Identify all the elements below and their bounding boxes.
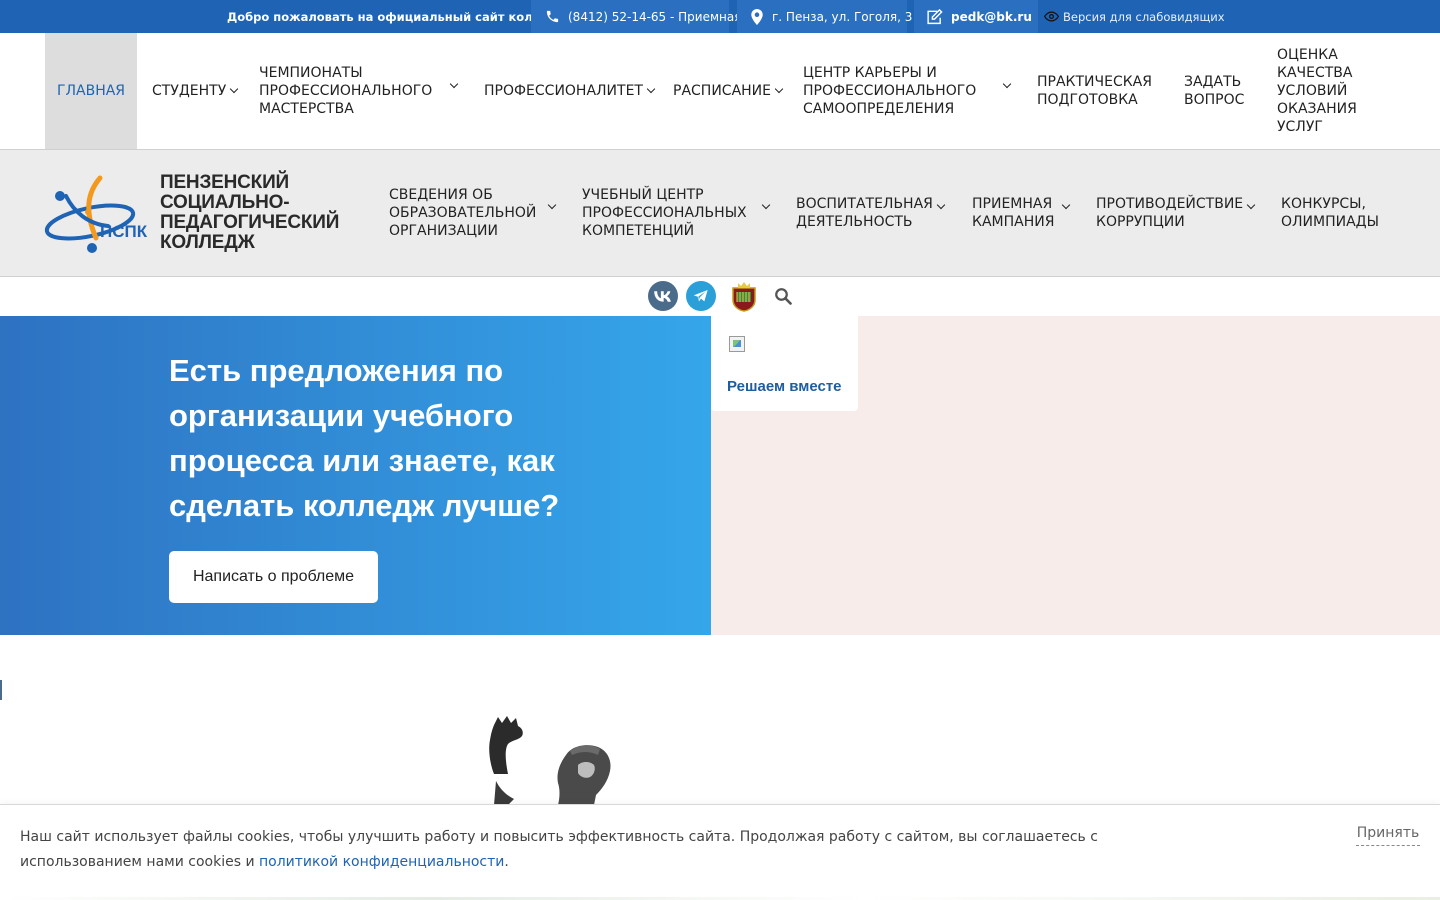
edit-icon xyxy=(926,8,943,25)
chevron-down-icon xyxy=(761,200,771,210)
chevron-down-icon xyxy=(646,84,656,94)
college-name[interactable]: ПЕНЗЕНСКИЙ СОЦИАЛЬНО-ПЕДАГОГИЧЕСКИЙ КОЛЛ… xyxy=(160,173,340,253)
nav-professionalitet-label: ПРОФЕССИОНАЛИТЕТ xyxy=(484,83,643,99)
nav-home-label: ГЛАВНАЯ xyxy=(56,83,126,99)
nav-contests[interactable]: КОНКУРСЫ, ОЛИМПИАДЫ xyxy=(1281,150,1391,276)
logo-abbr: ПСПК xyxy=(100,222,148,241)
nav-ask-label: ЗАДАТЬ ВОПРОС xyxy=(1184,74,1245,108)
nav-anticorruption[interactable]: ПРОТИВОДЕЙСТВИЕ КОРРУПЦИИ xyxy=(1096,150,1243,276)
secondary-nav: ПСПК ПЕНЗЕНСКИЙ СОЦИАЛЬНО-ПЕДАГОГИЧЕСКИЙ… xyxy=(0,150,1440,277)
privacy-policy-link[interactable]: политикой конфиденциальности xyxy=(259,854,504,870)
nav-upbringing[interactable]: ВОСПИТАТЕЛЬНАЯ ДЕЯТЕЛЬНОСТЬ xyxy=(796,150,933,276)
nav-championships[interactable]: ЧЕМПИОНАТЫ ПРОФЕССИОНАЛЬНОГО МАСТЕРСТВА xyxy=(259,33,434,149)
nav-quality-label: ОЦЕНКА КАЧЕСТВА УСЛОВИЙ ОКАЗАНИЯ УСЛУГ xyxy=(1277,47,1357,135)
scroll-indicator xyxy=(0,680,2,700)
nav-career-label: ЦЕНТР КАРЬЕРЫ И ПРОФЕССИОНАЛЬНОГО САМООП… xyxy=(803,65,977,117)
vision-version-link[interactable]: Версия для слабовидящих xyxy=(1044,0,1225,33)
search-icon[interactable] xyxy=(773,286,793,306)
nav-info-label: СВЕДЕНИЯ ОБ ОБРАЗОВАТЕЛЬНОЙ ОРГАНИЗАЦИИ xyxy=(389,187,537,239)
nav-admission-label: ПРИЕМНАЯ КАМПАНИЯ xyxy=(972,196,1055,230)
chevron-down-icon xyxy=(1061,200,1071,210)
vk-icon[interactable] xyxy=(648,281,678,311)
chevron-down-icon xyxy=(547,200,557,210)
main-nav: ГЛАВНАЯ СТУДЕНТУ ЧЕМПИОНАТЫ ПРОФЕССИОНАЛ… xyxy=(0,33,1440,150)
chevron-down-icon xyxy=(449,79,459,89)
cookie-text: Наш сайт использует файлы cookies, чтобы… xyxy=(20,825,1100,875)
chevron-down-icon xyxy=(1246,200,1256,210)
nav-schedule[interactable]: РАСПИСАНИЕ xyxy=(673,33,784,149)
social-row xyxy=(0,277,1440,316)
cookie-text-main: Наш сайт использует файлы cookies, чтобы… xyxy=(20,829,1098,870)
email-link[interactable]: pedk@bk.ru xyxy=(914,0,1038,33)
welcome-text: Добро пожаловать на официальный сайт кол… xyxy=(227,9,583,24)
region-crest-icon[interactable] xyxy=(729,280,759,312)
top-bar: Добро пожаловать на официальный сайт кол… xyxy=(0,0,1440,33)
college-logo-icon: ПСПК xyxy=(44,175,148,253)
report-problem-button[interactable]: Написать о проблеме xyxy=(169,551,378,603)
accept-cookies-button[interactable]: Принять xyxy=(1356,820,1420,846)
email-text: pedk@bk.ru xyxy=(951,9,1032,24)
nav-career[interactable]: ЦЕНТР КАРЬЕРЫ И ПРОФЕССИОНАЛЬНОГО САМООП… xyxy=(803,33,983,149)
phone-icon xyxy=(545,9,560,24)
nav-practice-label: ПРАКТИЧЕСКАЯ ПОДГОТОВКА xyxy=(1037,74,1152,108)
chevron-down-icon xyxy=(1002,79,1012,89)
cookie-banner: Наш сайт использует файлы cookies, чтобы… xyxy=(0,804,1440,900)
content-area xyxy=(0,635,1440,805)
location-pin-icon xyxy=(750,8,764,25)
hero-title: Есть предложения по организации учебного… xyxy=(169,353,560,523)
nav-practice[interactable]: ПРАКТИЧЕСКАЯ ПОДГОТОВКА xyxy=(1037,33,1157,149)
nav-professionalitet[interactable]: ПРОФЕССИОНАЛИТЕТ xyxy=(484,33,656,149)
chevron-down-icon xyxy=(230,84,239,94)
address-link[interactable]: г. Пенза, ул. Гоголя, 3 xyxy=(737,0,912,33)
chevron-down-icon xyxy=(774,84,784,94)
hero-banner: Есть предложения по организации учебного… xyxy=(0,316,711,635)
phone-link[interactable]: (8412) 52-14-65 - Приемная xyxy=(531,0,741,33)
nav-schedule-label: РАСПИСАНИЕ xyxy=(673,83,771,99)
nav-training-center-label: УЧЕБНЫЙ ЦЕНТР ПРОФЕССИОНАЛЬНЫХ КОМПЕТЕНЦ… xyxy=(582,187,747,239)
solve-together-label: Решаем вместе xyxy=(727,378,842,395)
nav-ask[interactable]: ЗАДАТЬ ВОПРОС xyxy=(1184,33,1254,149)
nav-upbringing-label: ВОСПИТАТЕЛЬНАЯ ДЕЯТЕЛЬНОСТЬ xyxy=(796,196,933,230)
nav-quality[interactable]: ОЦЕНКА КАЧЕСТВА УСЛОВИЙ ОКАЗАНИЯ УСЛУГ xyxy=(1277,33,1377,149)
nav-admission[interactable]: ПРИЕМНАЯ КАМПАНИЯ xyxy=(972,150,1055,276)
chevron-down-icon xyxy=(936,200,946,210)
nav-championships-label: ЧЕМПИОНАТЫ ПРОФЕССИОНАЛЬНОГО МАСТЕРСТВА xyxy=(259,65,433,117)
nav-training-center[interactable]: УЧЕБНЫЙ ЦЕНТР ПРОФЕССИОНАЛЬНЫХ КОМПЕТЕНЦ… xyxy=(582,150,747,276)
telegram-icon[interactable] xyxy=(686,281,716,311)
solve-together-widget[interactable]: Решаем вместе xyxy=(711,316,858,411)
statue-image xyxy=(486,715,628,805)
vision-text: Версия для слабовидящих xyxy=(1063,9,1225,24)
nav-student-label: СТУДЕНТУ xyxy=(152,83,227,99)
phone-text: (8412) 52-14-65 - Приемная xyxy=(568,9,742,24)
cookie-text-end: . xyxy=(504,854,509,870)
broken-image-icon xyxy=(729,336,745,352)
nav-anticorruption-label: ПРОТИВОДЕЙСТВИЕ КОРРУПЦИИ xyxy=(1096,196,1244,230)
nav-student[interactable]: СТУДЕНТУ xyxy=(152,33,239,149)
nav-home[interactable]: ГЛАВНАЯ xyxy=(45,33,137,149)
address-text: г. Пенза, ул. Гоголя, 3 xyxy=(772,9,913,24)
nav-info[interactable]: СВЕДЕНИЯ ОБ ОБРАЗОВАТЕЛЬНОЙ ОРГАНИЗАЦИИ xyxy=(389,150,536,276)
eye-icon xyxy=(1044,11,1059,22)
college-logo[interactable]: ПСПК xyxy=(44,172,148,254)
nav-contests-label: КОНКУРСЫ, ОЛИМПИАДЫ xyxy=(1281,196,1379,230)
